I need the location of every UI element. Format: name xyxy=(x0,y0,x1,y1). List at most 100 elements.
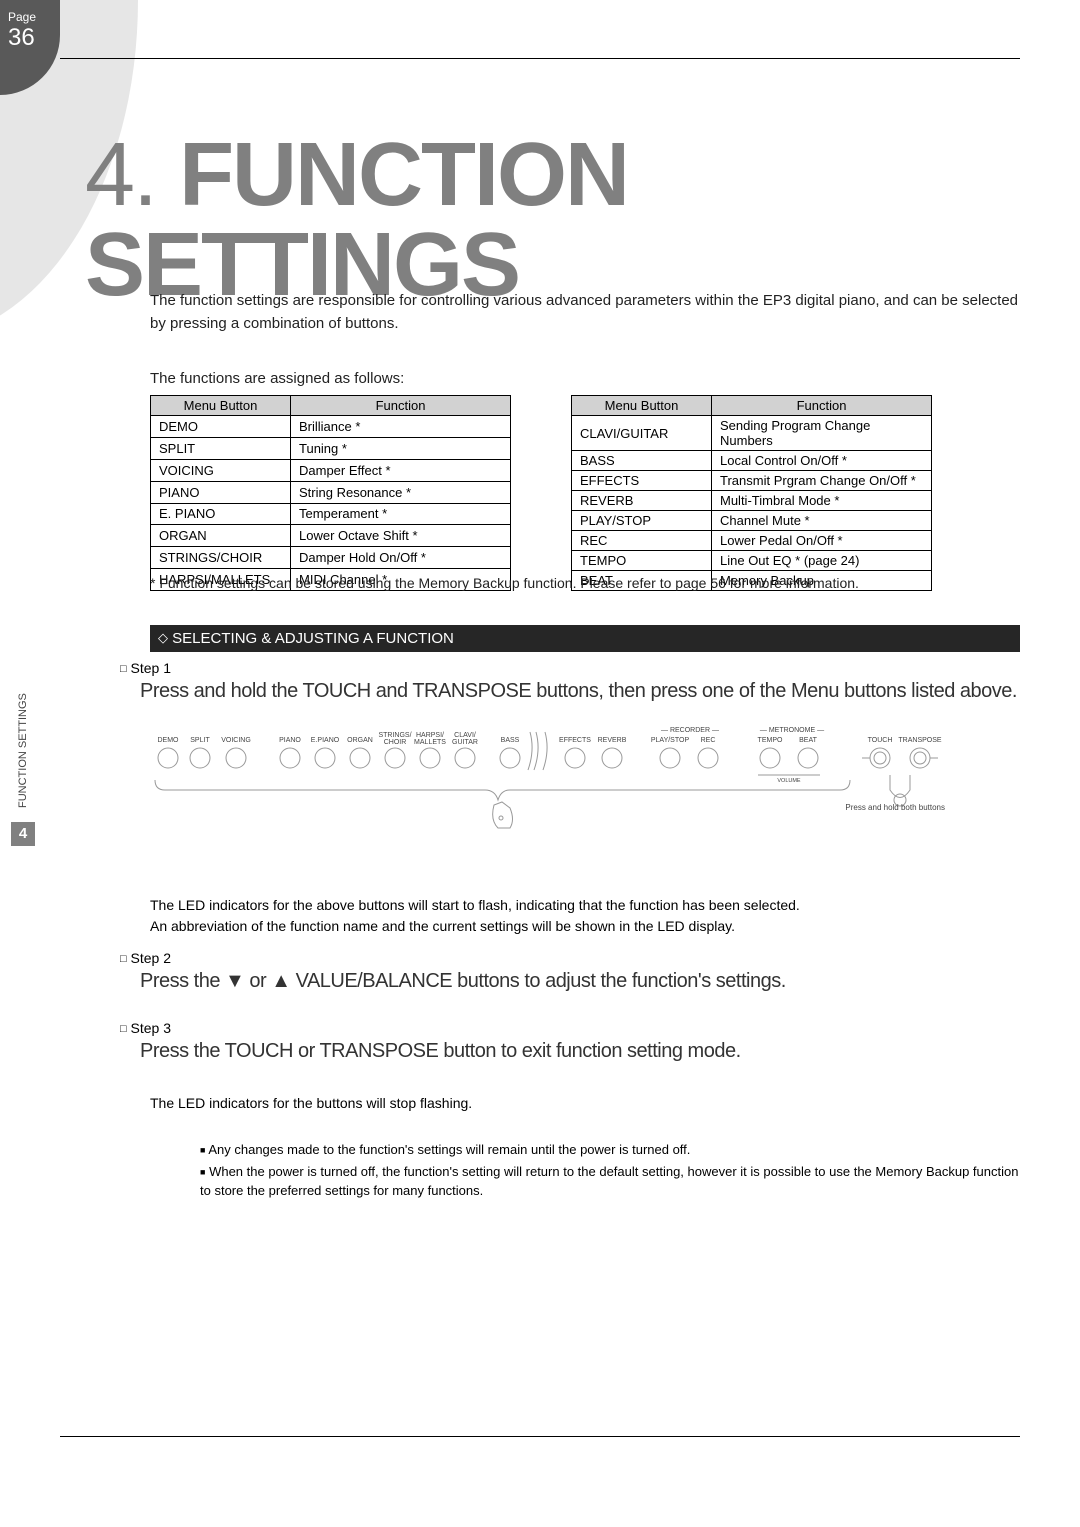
label-voicing: VOICING xyxy=(221,737,251,744)
step3-followup: The LED indicators for the buttons will … xyxy=(150,1095,472,1111)
cell-function: Damper Hold On/Off * xyxy=(291,547,511,569)
step1-instruction: Press and hold the TOUCH and TRANSPOSE b… xyxy=(140,680,1020,703)
chapter-number: 4. xyxy=(85,125,156,225)
label-play: PLAY/STOP xyxy=(651,737,690,744)
step-1: □ Step 1 Press and hold the TOUCH and TR… xyxy=(120,660,1020,703)
cell-function: Sending Program Change Numbers xyxy=(712,416,932,451)
label-strings-top: STRINGS/ xyxy=(378,732,411,739)
cell-menu: VOICING xyxy=(151,459,291,481)
page-label: Page xyxy=(8,10,52,24)
th-function: Function xyxy=(291,396,511,416)
table-row: SPLITTuning * xyxy=(151,437,511,459)
table-row: EFFECTSTransmit Prgram Change On/Off * xyxy=(572,471,932,491)
function-table-left: Menu Button Function DEMOBrilliance *SPL… xyxy=(150,395,511,591)
cell-function: Local Control On/Off * xyxy=(712,451,932,471)
label-clavi-bot: GUITAR xyxy=(452,739,478,746)
label-harpsi-top: HARPSI/ xyxy=(416,732,444,739)
label-press-hold: Press and hold both buttons xyxy=(845,803,945,812)
cell-menu: PIANO xyxy=(151,481,291,503)
table-row: RECLower Pedal On/Off * xyxy=(572,531,932,551)
cell-menu: ORGAN xyxy=(151,525,291,547)
label-epiano: E.PIANO xyxy=(311,737,340,744)
panel-svg: DEMO SPLIT VOICING PIANO E.PIANO ORGAN S… xyxy=(150,720,1020,860)
top-rule xyxy=(60,58,1020,59)
th-menu: Menu Button xyxy=(572,396,712,416)
table-row: PLAY/STOPChannel Mute * xyxy=(572,511,932,531)
table-row: ORGANLower Octave Shift * xyxy=(151,525,511,547)
cell-menu: CLAVI/GUITAR xyxy=(572,416,712,451)
label-effects: EFFECTS xyxy=(559,737,591,744)
cell-function: Damper Effect * xyxy=(291,459,511,481)
section-heading-bar: ◇ SELECTING & ADJUSTING A FUNCTION xyxy=(150,625,1020,652)
cell-menu: SPLIT xyxy=(151,437,291,459)
note-1: Any changes made to the function's setti… xyxy=(208,1142,690,1157)
cell-function: Temperament * xyxy=(291,503,511,525)
label-split: SPLIT xyxy=(190,737,210,744)
table-row: DEMOBrilliance * xyxy=(151,416,511,438)
label-bass: BASS xyxy=(501,737,520,744)
function-tables: Menu Button Function DEMOBrilliance *SPL… xyxy=(150,395,1020,591)
after-diagram-text: The LED indicators for the above buttons… xyxy=(150,895,1020,937)
cell-menu: STRINGS/CHOIR xyxy=(151,547,291,569)
vertical-section-label: FUNCTION SETTINGS xyxy=(15,670,33,820)
cell-menu: REC xyxy=(572,531,712,551)
cell-menu: EFFECTS xyxy=(572,471,712,491)
label-reverb: REVERB xyxy=(598,737,627,744)
bottom-rule xyxy=(60,1436,1020,1437)
label-recorder: — RECORDER — xyxy=(661,727,719,734)
table-row: TEMPOLine Out EQ * (page 24) xyxy=(572,551,932,571)
assigned-heading: The functions are assigned as follows: xyxy=(150,370,404,387)
function-table-right: Menu Button Function CLAVI/GUITARSending… xyxy=(571,395,932,591)
step-2: □ Step 2 Press the ▼ or ▲ VALUE/BALANCE … xyxy=(120,950,1020,993)
cell-menu: DEMO xyxy=(151,416,291,438)
cell-function: Transmit Prgram Change On/Off * xyxy=(712,471,932,491)
section-heading: SELECTING & ADJUSTING A FUNCTION xyxy=(172,630,454,647)
panel-diagram: DEMO SPLIT VOICING PIANO E.PIANO ORGAN S… xyxy=(150,720,1020,860)
table-row: CLAVI/GUITARSending Program Change Numbe… xyxy=(572,416,932,451)
label-clavi-top: CLAVI/ xyxy=(454,732,476,739)
after-diagram-2: An abbreviation of the function name and… xyxy=(150,916,1020,937)
label-harpsi-bot: MALLETS xyxy=(414,739,446,746)
after-diagram-1: The LED indicators for the above buttons… xyxy=(150,895,1020,916)
cell-function: Brilliance * xyxy=(291,416,511,438)
label-demo: DEMO xyxy=(158,737,180,744)
chapter-title-text: FUNCTION SETTINGS xyxy=(85,125,628,315)
label-beat: BEAT xyxy=(799,737,817,744)
label-tempo: TEMPO xyxy=(758,737,783,744)
step3-instruction: Press the TOUCH or TRANSPOSE button to e… xyxy=(140,1040,1020,1063)
label-volume: VOLUME xyxy=(777,778,801,784)
cell-menu: TEMPO xyxy=(572,551,712,571)
section-number-box: 4 xyxy=(11,822,35,846)
cell-function: Lower Pedal On/Off * xyxy=(712,531,932,551)
table-row: PIANOString Resonance * xyxy=(151,481,511,503)
step2-instruction: Press the ▼ or ▲ VALUE/BALANCE buttons t… xyxy=(140,970,1020,993)
label-rec: REC xyxy=(701,737,716,744)
label-piano: PIANO xyxy=(279,737,301,744)
step-3: □ Step 3 Press the TOUCH or TRANSPOSE bu… xyxy=(120,1020,1020,1063)
table-row: VOICINGDamper Effect * xyxy=(151,459,511,481)
cell-menu: REVERB xyxy=(572,491,712,511)
label-touch: TOUCH xyxy=(868,737,893,744)
chapter-title: 4. FUNCTION SETTINGS xyxy=(85,130,1020,310)
note-2: When the power is turned off, the functi… xyxy=(200,1164,1018,1199)
cell-menu: BASS xyxy=(572,451,712,471)
intro-paragraph: The function settings are responsible fo… xyxy=(150,290,1020,335)
label-transpose: TRANSPOSE xyxy=(898,737,942,744)
page-number: 36 xyxy=(8,24,52,52)
cell-function: Line Out EQ * (page 24) xyxy=(712,551,932,571)
cell-function: String Resonance * xyxy=(291,481,511,503)
th-menu: Menu Button xyxy=(151,396,291,416)
label-strings-bot: CHOIR xyxy=(384,739,407,746)
table-row: REVERBMulti-Timbral Mode * xyxy=(572,491,932,511)
step1-label: Step 1 xyxy=(131,660,171,676)
table-row: STRINGS/CHOIRDamper Hold On/Off * xyxy=(151,547,511,569)
cell-function: Multi-Timbral Mode * xyxy=(712,491,932,511)
cell-menu: PLAY/STOP xyxy=(572,511,712,531)
table-row: BASSLocal Control On/Off * xyxy=(572,451,932,471)
diamond-icon: ◇ xyxy=(158,630,168,645)
cell-function: Lower Octave Shift * xyxy=(291,525,511,547)
label-organ: ORGAN xyxy=(347,737,373,744)
table-row: E. PIANOTemperament * xyxy=(151,503,511,525)
notes-block: ■ Any changes made to the function's set… xyxy=(200,1140,1020,1203)
cell-menu: E. PIANO xyxy=(151,503,291,525)
